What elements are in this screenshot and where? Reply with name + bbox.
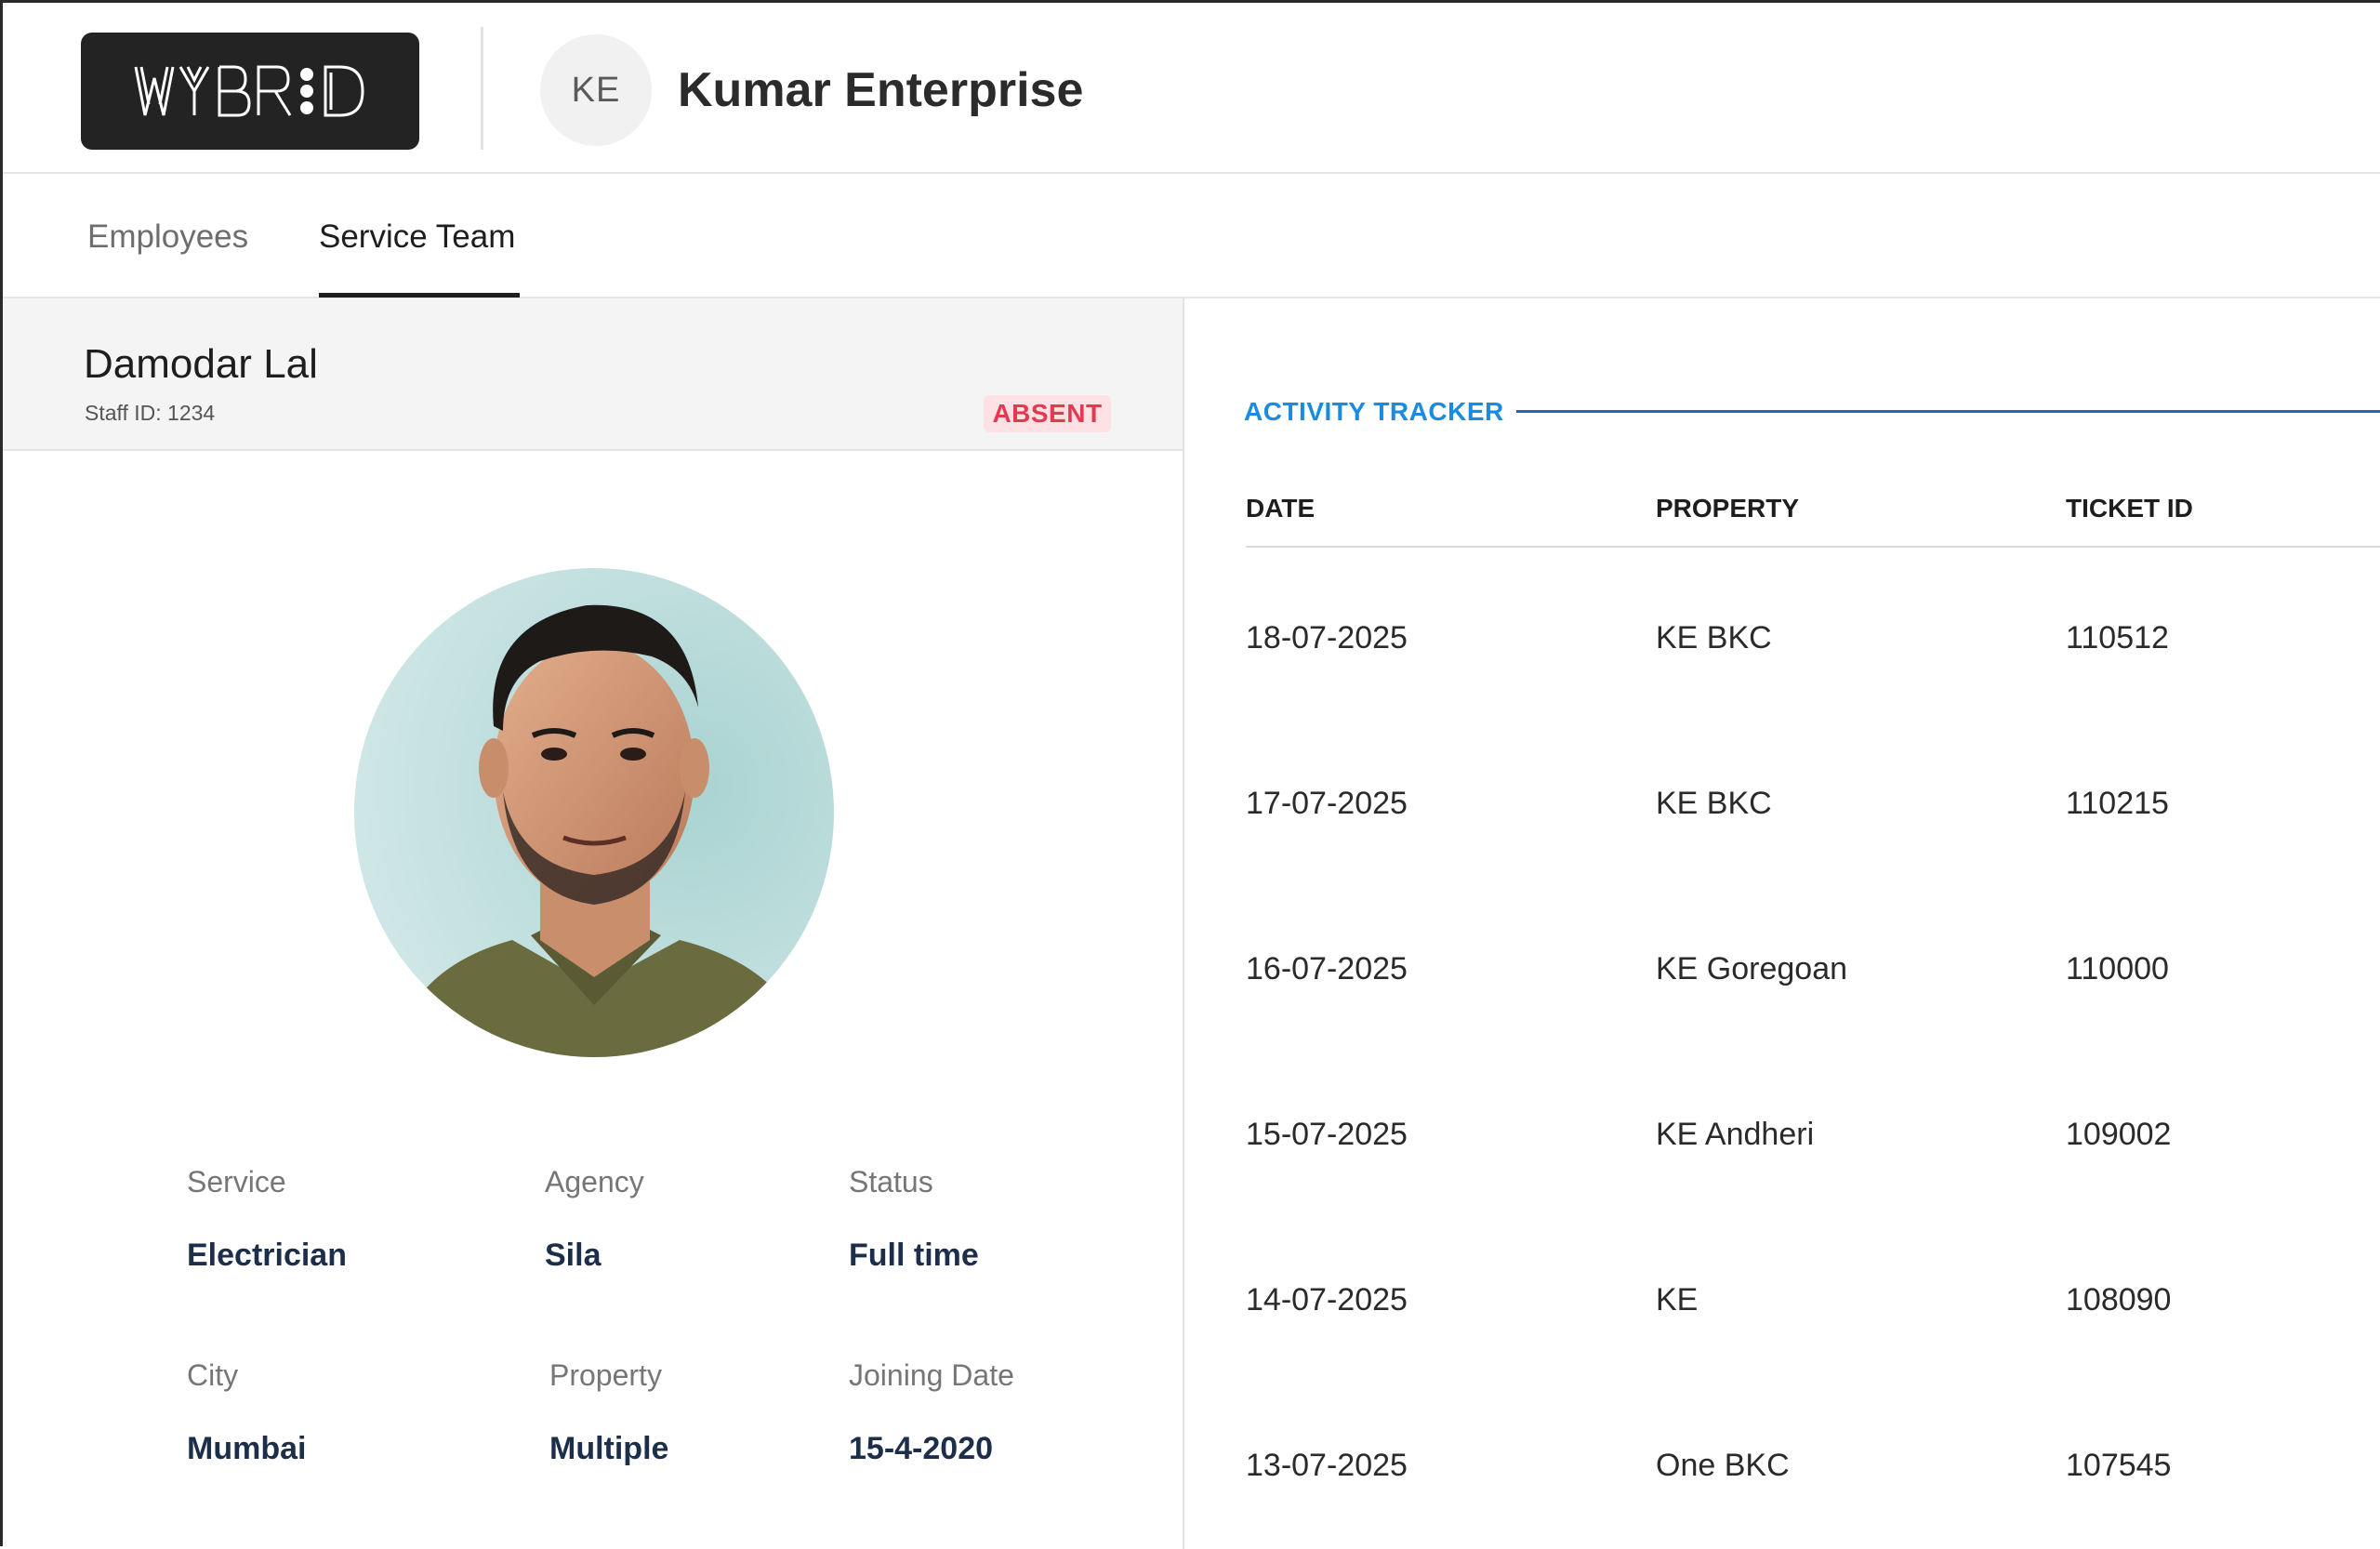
row-date: 17-07-2025 xyxy=(1246,786,1408,821)
person-photo-icon xyxy=(354,568,834,1057)
activity-panel: ACTIVITY TRACKER DATE PROPERTY TICKET ID… xyxy=(1184,298,2380,1549)
service-value: Electrician xyxy=(187,1238,347,1273)
column-header-property: PROPERTY xyxy=(1656,494,1800,523)
row-property: KE Andheri xyxy=(1656,1117,1815,1152)
tab-bar: Employees Service Team xyxy=(3,174,2380,298)
row-property: KE BKC xyxy=(1656,786,1772,821)
status-label: Status xyxy=(849,1165,933,1198)
brand-logo[interactable]: WYBRID xyxy=(81,33,419,150)
row-date: 18-07-2025 xyxy=(1246,620,1408,655)
city-label: City xyxy=(187,1358,239,1392)
header-rule xyxy=(1246,546,2380,548)
row-date: 13-07-2025 xyxy=(1246,1448,1408,1483)
property-label: Property xyxy=(549,1358,662,1392)
tab-employees[interactable]: Employees xyxy=(87,218,248,256)
activity-tracker-title: ACTIVITY TRACKER xyxy=(1244,397,1504,426)
row-ticket-id[interactable]: 108090 xyxy=(2066,1282,2171,1318)
profile-header: Damodar Lal Staff ID: 1234 ABSENT xyxy=(3,298,1183,451)
row-property: KE xyxy=(1656,1282,1699,1317)
employee-profile-panel: Damodar Lal Staff ID: 1234 ABSENT Servic… xyxy=(3,298,1184,1549)
status-badge: ABSENT xyxy=(984,395,1111,432)
agency-label: Agency xyxy=(545,1165,644,1198)
row-ticket-id[interactable]: 110215 xyxy=(2066,786,2169,822)
row-property: KE BKC xyxy=(1656,620,1772,655)
employee-name: Damodar Lal xyxy=(84,341,318,387)
row-ticket-id[interactable]: 109002 xyxy=(2066,1117,2171,1153)
top-header: WYBRID KE Kumar Enterprise xyxy=(3,3,2380,174)
row-date: 15-07-2025 xyxy=(1246,1117,1408,1152)
org-name: Kumar Enterprise xyxy=(678,63,1084,117)
property-value: Multiple xyxy=(549,1431,669,1466)
joining-date-value: 15-4-2020 xyxy=(849,1431,994,1466)
tab-service-team[interactable]: Service Team xyxy=(319,218,515,256)
header-divider xyxy=(481,27,483,150)
row-property: One BKC xyxy=(1656,1448,1790,1483)
row-ticket-id[interactable]: 110512 xyxy=(2066,620,2169,656)
employee-photo xyxy=(354,568,834,1057)
active-tab-indicator xyxy=(319,293,520,298)
row-date: 16-07-2025 xyxy=(1246,951,1408,986)
row-date: 14-07-2025 xyxy=(1246,1282,1408,1317)
agency-value: Sila xyxy=(545,1238,602,1273)
title-rule xyxy=(1516,410,2380,413)
staff-id: Staff ID: 1234 xyxy=(85,401,216,425)
column-header-date: DATE xyxy=(1246,494,1316,523)
row-ticket-id[interactable]: 107545 xyxy=(2066,1448,2171,1484)
joining-date-label: Joining Date xyxy=(849,1358,1014,1392)
column-header-ticket-id: TICKET ID xyxy=(2066,494,2193,523)
org-avatar[interactable]: KE xyxy=(540,34,652,146)
city-value: Mumbai xyxy=(187,1431,307,1466)
wybrid-logo-icon xyxy=(134,65,364,117)
row-ticket-id[interactable]: 110000 xyxy=(2066,951,2169,987)
status-value: Full time xyxy=(849,1238,979,1273)
service-label: Service xyxy=(187,1165,286,1198)
app-window: WYBRID KE Kumar Enterprise Employees Ser… xyxy=(0,0,2380,1549)
row-property: KE Goregoan xyxy=(1656,951,1848,986)
